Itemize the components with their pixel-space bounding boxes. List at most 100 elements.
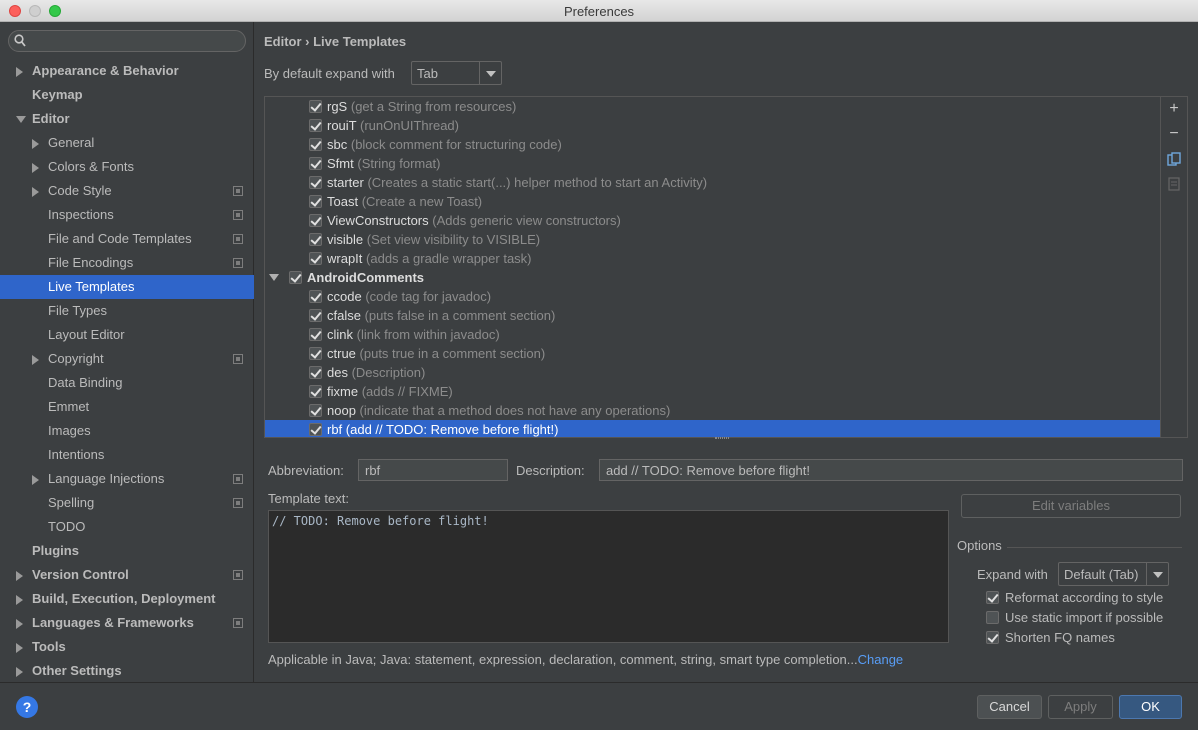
template-enabled-checkbox[interactable] xyxy=(309,328,322,341)
template-row[interactable]: fixme (adds // FIXME) xyxy=(265,382,1161,401)
sidebar-item-languages-frameworks[interactable]: Languages & Frameworks xyxy=(0,611,254,635)
sidebar-item-plugins[interactable]: Plugins xyxy=(0,539,254,563)
chevron-right-icon[interactable] xyxy=(16,571,23,581)
sidebar-item-build-execution-deployment[interactable]: Build, Execution, Deployment xyxy=(0,587,254,611)
sidebar-item-code-style[interactable]: Code Style xyxy=(0,179,254,203)
chevron-right-icon[interactable] xyxy=(32,139,39,149)
template-row[interactable]: Sfmt (String format) xyxy=(265,154,1161,173)
sidebar-item-layout-editor[interactable]: Layout Editor xyxy=(0,323,254,347)
template-enabled-checkbox[interactable] xyxy=(309,100,322,113)
help-icon[interactable]: ? xyxy=(16,696,38,718)
chevron-right-icon[interactable] xyxy=(16,667,23,677)
option-checkbox[interactable] xyxy=(986,611,999,624)
option-checkbox[interactable] xyxy=(986,631,999,644)
sidebar-item-emmet[interactable]: Emmet xyxy=(0,395,254,419)
sidebar-item-inspections[interactable]: Inspections xyxy=(0,203,254,227)
template-text-editor[interactable]: // TODO: Remove before flight! xyxy=(268,510,949,643)
apply-button[interactable]: Apply xyxy=(1048,695,1113,719)
template-enabled-checkbox[interactable] xyxy=(309,404,322,417)
template-row[interactable]: clink (link from within javadoc) xyxy=(265,325,1161,344)
sidebar-item-images[interactable]: Images xyxy=(0,419,254,443)
template-enabled-checkbox[interactable] xyxy=(309,252,322,265)
template-row[interactable]: noop (indicate that a method does not ha… xyxy=(265,401,1161,420)
template-row[interactable]: ViewConstructors (Adds generic view cons… xyxy=(265,211,1161,230)
sidebar-item-spelling[interactable]: Spelling xyxy=(0,491,254,515)
template-enabled-checkbox[interactable] xyxy=(309,195,322,208)
sidebar-item-label: Plugins xyxy=(32,543,79,558)
template-enabled-checkbox[interactable] xyxy=(309,385,322,398)
sidebar-item-copyright[interactable]: Copyright xyxy=(0,347,254,371)
sidebar-item-version-control[interactable]: Version Control xyxy=(0,563,254,587)
template-enabled-checkbox[interactable] xyxy=(309,290,322,303)
template-enabled-checkbox[interactable] xyxy=(309,138,322,151)
options-expand-dropdown[interactable]: Default (Tab) xyxy=(1058,562,1169,586)
template-row[interactable]: sbc (block comment for structuring code) xyxy=(265,135,1161,154)
template-description: (String format) xyxy=(357,156,441,171)
remove-icon[interactable]: − xyxy=(1167,126,1181,142)
template-enabled-checkbox[interactable] xyxy=(309,347,322,360)
template-enabled-checkbox[interactable] xyxy=(309,423,322,436)
chevron-down-icon[interactable] xyxy=(269,274,279,281)
chevron-right-icon[interactable] xyxy=(32,475,39,485)
cancel-button[interactable]: Cancel xyxy=(977,695,1042,719)
template-row[interactable]: starter (Creates a static start(...) hel… xyxy=(265,173,1161,192)
option-checkbox[interactable] xyxy=(986,591,999,604)
description-field[interactable]: add // TODO: Remove before flight! xyxy=(599,459,1183,481)
sidebar-item-editor[interactable]: Editor xyxy=(0,107,254,131)
chevron-down-icon xyxy=(1146,563,1168,585)
chevron-right-icon[interactable] xyxy=(16,595,23,605)
template-enabled-checkbox[interactable] xyxy=(309,119,322,132)
template-row[interactable]: wrapIt (adds a gradle wrapper task) xyxy=(265,249,1161,268)
template-row[interactable]: rouiT (runOnUIThread) xyxy=(265,116,1161,135)
chevron-right-icon[interactable] xyxy=(32,187,39,197)
add-icon[interactable]: + xyxy=(1167,101,1181,117)
sidebar-item-general[interactable]: General xyxy=(0,131,254,155)
template-enabled-checkbox[interactable] xyxy=(309,157,322,170)
default-expand-dropdown[interactable]: Tab xyxy=(411,61,502,85)
template-enabled-checkbox[interactable] xyxy=(309,176,322,189)
ok-button[interactable]: OK xyxy=(1119,695,1182,719)
chevron-right-icon[interactable] xyxy=(32,355,39,365)
abbreviation-field[interactable]: rbf xyxy=(358,459,508,481)
sidebar-item-todo[interactable]: TODO xyxy=(0,515,254,539)
template-enabled-checkbox[interactable] xyxy=(289,271,302,284)
splitter-handle[interactable] xyxy=(715,437,729,439)
template-row[interactable]: rbf (add // TODO: Remove before flight!) xyxy=(265,420,1161,437)
chevron-down-icon[interactable] xyxy=(16,116,26,123)
template-row[interactable]: cfalse (puts false in a comment section) xyxy=(265,306,1161,325)
chevron-right-icon[interactable] xyxy=(16,67,23,77)
template-row[interactable]: visible (Set view visibility to VISIBLE) xyxy=(265,230,1161,249)
sidebar-item-file-encodings[interactable]: File Encodings xyxy=(0,251,254,275)
templates-list[interactable]: rgS (get a String from resources) rouiT (… xyxy=(264,96,1188,438)
template-abbr-text: ViewConstructors xyxy=(327,213,429,228)
change-link[interactable]: Change xyxy=(858,652,904,667)
sidebar-item-tools[interactable]: Tools xyxy=(0,635,254,659)
chevron-right-icon[interactable] xyxy=(16,643,23,653)
sidebar-item-keymap[interactable]: Keymap xyxy=(0,83,254,107)
sidebar-item-file-and-code-templates[interactable]: File and Code Templates xyxy=(0,227,254,251)
sidebar-item-language-injections[interactable]: Language Injections xyxy=(0,467,254,491)
template-row[interactable]: des (Description) xyxy=(265,363,1161,382)
sidebar-item-data-binding[interactable]: Data Binding xyxy=(0,371,254,395)
chevron-right-icon[interactable] xyxy=(16,619,23,629)
template-group-row[interactable]: AndroidComments xyxy=(265,268,1161,287)
sidebar-item-file-types[interactable]: File Types xyxy=(0,299,254,323)
sidebar-item-other-settings[interactable]: Other Settings xyxy=(0,659,254,683)
sidebar-item-intentions[interactable]: Intentions xyxy=(0,443,254,467)
settings-search-input[interactable] xyxy=(8,30,246,52)
chevron-right-icon[interactable] xyxy=(32,163,39,173)
sidebar-item-appearance-behavior[interactable]: Appearance & Behavior xyxy=(0,59,254,83)
sidebar-item-colors-fonts[interactable]: Colors & Fonts xyxy=(0,155,254,179)
template-row[interactable]: ccode (code tag for javadoc) xyxy=(265,287,1161,306)
template-enabled-checkbox[interactable] xyxy=(309,233,322,246)
template-row[interactable]: ctrue (puts true in a comment section) xyxy=(265,344,1161,363)
edit-variables-button[interactable]: Edit variables xyxy=(961,494,1181,518)
template-enabled-checkbox[interactable] xyxy=(309,214,322,227)
template-row[interactable]: rgS (get a String from resources) xyxy=(265,97,1161,116)
template-enabled-checkbox[interactable] xyxy=(309,309,322,322)
template-description: (Description) xyxy=(351,365,426,380)
sidebar-item-live-templates[interactable]: Live Templates xyxy=(0,275,254,299)
template-enabled-checkbox[interactable] xyxy=(309,366,322,379)
copy-icon[interactable] xyxy=(1167,152,1181,166)
template-row[interactable]: Toast (Create a new Toast) xyxy=(265,192,1161,211)
